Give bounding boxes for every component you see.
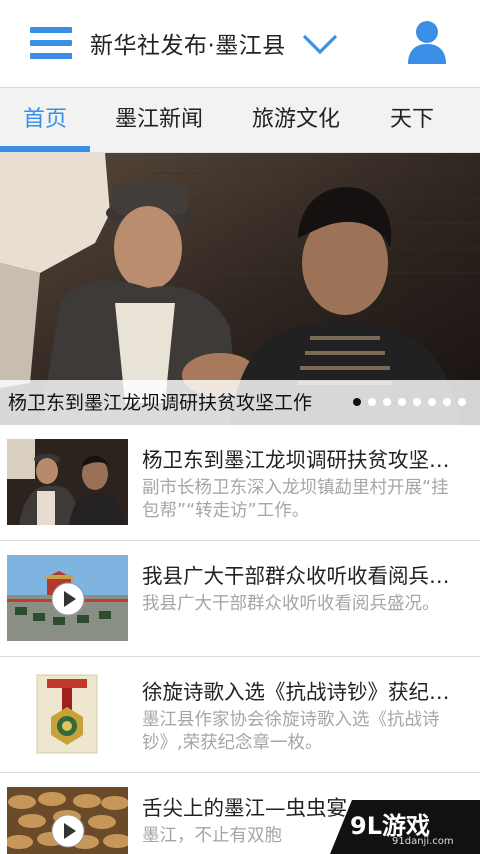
news-list: 杨卫东到墨江龙坝调研扶贫攻坚工作 副市长杨卫东深入龙坝镇勐里村开展“挂包帮”“转… (0, 425, 480, 854)
slide-dot[interactable] (458, 398, 466, 406)
news-title: 杨卫东到墨江龙坝调研扶贫攻坚工作 (142, 448, 464, 472)
news-title: 徐旋诗歌入选《抗战诗钞》获纪念章 (142, 680, 464, 704)
slide-dot[interactable] (398, 398, 406, 406)
banner-caption-bar: 杨卫东到墨江龙坝调研扶贫攻坚工作 (0, 380, 480, 425)
app-header: 新华社发布·墨江县 (0, 0, 480, 88)
news-thumbnail (7, 439, 128, 525)
watermark-logo: 9L游戏 91danji.com (330, 800, 480, 854)
news-summary: 我县广大干部群众收听收看阅兵盛况。 (142, 594, 440, 614)
news-thumbnail (7, 787, 128, 854)
news-title: 我县广大干部群众收听收看阅兵盛况 (142, 564, 464, 588)
category-tab-bar: 首页 墨江新闻 旅游文化 天下 (0, 88, 480, 153)
news-list-item[interactable]: 徐旋诗歌入选《抗战诗钞》获纪念章 墨江县作家协会徐旋诗歌入选《抗战诗钞》,荣获纪… (0, 657, 480, 773)
slide-dot[interactable] (383, 398, 391, 406)
news-thumbnail (7, 671, 128, 757)
channel-title[interactable]: 新华社发布·墨江县 (90, 26, 286, 60)
active-tab-indicator (0, 146, 90, 152)
news-list-item[interactable]: 我县广大干部群众收听收看阅兵盛况 我县广大干部群众收听收看阅兵盛况。 (0, 541, 480, 657)
slide-dot[interactable] (413, 398, 421, 406)
chevron-down-icon[interactable] (302, 33, 338, 55)
news-summary: 墨江县作家协会徐旋诗歌入选《抗战诗钞》,荣获纪念章一枚。 (142, 710, 440, 753)
slide-dot[interactable] (353, 398, 361, 406)
slide-dot[interactable] (443, 398, 451, 406)
tab-travel-culture[interactable]: 旅游文化 (252, 88, 340, 152)
news-summary: 副市长杨卫东深入龙坝镇勐里村开展“挂包帮”“转走访”工作。 (142, 478, 449, 521)
tab-home[interactable]: 首页 (23, 88, 67, 152)
video-play-icon (51, 814, 85, 848)
slide-indicator (353, 398, 466, 406)
watermark-domain: 91danji.com (392, 836, 454, 847)
tab-mojiang-news[interactable]: 墨江新闻 (115, 88, 203, 152)
news-thumbnail (7, 555, 128, 641)
video-play-icon (51, 582, 85, 616)
featured-banner[interactable]: 杨卫东到墨江龙坝调研扶贫攻坚工作 (0, 153, 480, 425)
tab-world[interactable]: 天下 (390, 88, 434, 152)
hamburger-menu-icon[interactable] (30, 27, 72, 59)
user-profile-icon[interactable] (407, 20, 447, 64)
slide-dot[interactable] (368, 398, 376, 406)
news-list-item[interactable]: 杨卫东到墨江龙坝调研扶贫攻坚工作 副市长杨卫东深入龙坝镇勐里村开展“挂包帮”“转… (0, 425, 480, 541)
slide-dot[interactable] (428, 398, 436, 406)
banner-caption: 杨卫东到墨江龙坝调研扶贫攻坚工作 (8, 392, 313, 414)
